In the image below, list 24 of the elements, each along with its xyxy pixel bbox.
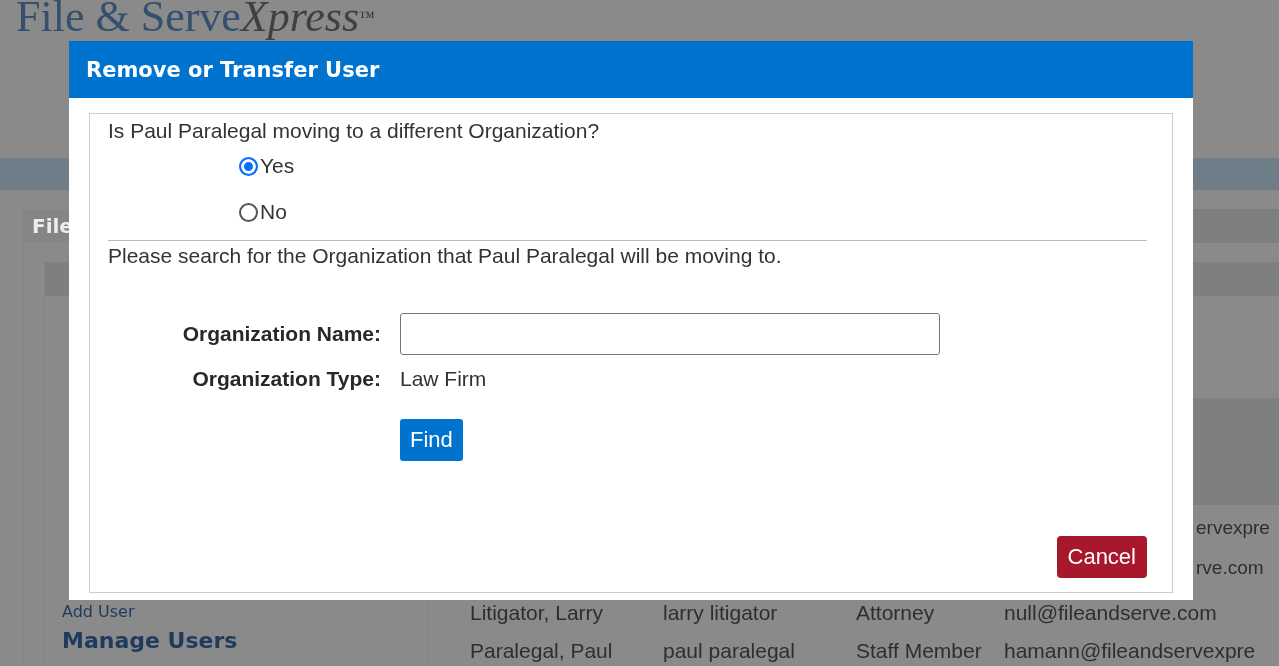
field-label: Organization Type: [191,367,381,391]
table-cell-text: larry litigator [663,601,779,625]
sidebar-heading: Manage Users [62,628,238,653]
radio-option[interactable]: Yes [239,152,1147,180]
table-cell-text: Paralegal, Paul [470,639,614,663]
table-cell-text: paul paralegal [663,639,796,663]
find-button[interactable]: Find [400,419,463,461]
field-label: Organization Name: [181,322,381,346]
table-cell-text: null@fileandserve.com [1004,601,1218,625]
question-text: Is Paul Paralegal moving to a different Organization? [108,118,601,144]
input-field[interactable] [400,313,940,355]
table-cell-text: Staff Member [856,639,983,663]
table-cell-text: Litigator, Larry [470,601,605,625]
radio-button[interactable] [239,202,258,222]
cancel-button[interactable]: Cancel [1056,536,1147,578]
logo: File & ServeXpress$^{™}$ [16,0,375,40]
table-cell-text: hamann@fileandservexpre [1004,639,1257,663]
instruction-text: Please search for the Organization that Paul Paralegal will be moving to. [108,243,783,269]
field-value: Law Firm [400,367,488,391]
table-cell-text: Attorney [856,601,936,625]
dialog-title: Remove or Transfer User [86,57,380,82]
table-cell-text: ervexpre [1196,516,1270,540]
table-cell-text: rve.com [1196,556,1265,580]
radio-button[interactable] [239,156,258,176]
